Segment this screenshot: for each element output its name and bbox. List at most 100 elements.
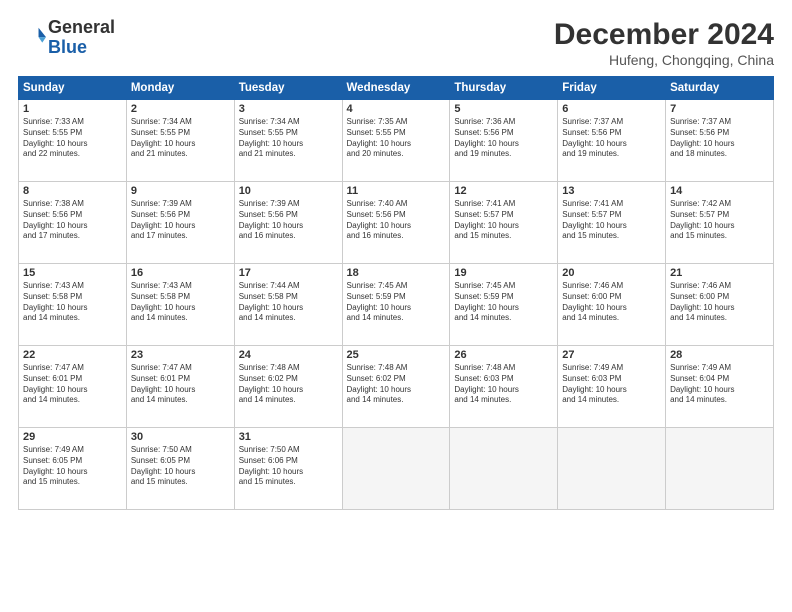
cell-info: Sunrise: 7:48 AM Sunset: 6:03 PM Dayligh… — [454, 363, 553, 406]
cell-info: Sunrise: 7:45 AM Sunset: 5:59 PM Dayligh… — [347, 281, 446, 324]
day-number: 6 — [562, 103, 661, 115]
cell-info: Sunrise: 7:47 AM Sunset: 6:01 PM Dayligh… — [131, 363, 230, 406]
logo-line2: Blue — [48, 38, 115, 58]
day-number: 3 — [239, 103, 338, 115]
day-number: 26 — [454, 349, 553, 361]
cell-info: Sunrise: 7:43 AM Sunset: 5:58 PM Dayligh… — [23, 281, 122, 324]
col-wednesday: Wednesday — [342, 77, 450, 100]
cell-info: Sunrise: 7:39 AM Sunset: 5:56 PM Dayligh… — [131, 199, 230, 242]
cell-info: Sunrise: 7:40 AM Sunset: 5:56 PM Dayligh… — [347, 199, 446, 242]
cell-info: Sunrise: 7:45 AM Sunset: 5:59 PM Dayligh… — [454, 281, 553, 324]
logo: General Blue — [18, 18, 115, 58]
col-tuesday: Tuesday — [234, 77, 342, 100]
table-row: 25 Sunrise: 7:48 AM Sunset: 6:02 PM Dayli… — [342, 346, 450, 428]
day-number: 1 — [23, 103, 122, 115]
month-title: December 2024 — [554, 18, 774, 52]
day-number: 13 — [562, 185, 661, 197]
cell-info: Sunrise: 7:34 AM Sunset: 5:55 PM Dayligh… — [239, 117, 338, 160]
day-number: 10 — [239, 185, 338, 197]
cell-info: Sunrise: 7:46 AM Sunset: 6:00 PM Dayligh… — [562, 281, 661, 324]
day-number: 19 — [454, 267, 553, 279]
day-number: 20 — [562, 267, 661, 279]
table-row — [450, 428, 558, 510]
logo-line1: General — [48, 18, 115, 38]
day-number: 14 — [670, 185, 769, 197]
cell-info: Sunrise: 7:36 AM Sunset: 5:56 PM Dayligh… — [454, 117, 553, 160]
logo-text: General Blue — [48, 18, 115, 58]
cell-info: Sunrise: 7:33 AM Sunset: 5:55 PM Dayligh… — [23, 117, 122, 160]
table-row — [666, 428, 774, 510]
table-row: 3 Sunrise: 7:34 AM Sunset: 5:55 PM Daylig… — [234, 100, 342, 182]
day-number: 27 — [562, 349, 661, 361]
table-row: 27Sunrise: 7:49 AM Sunset: 6:03 PM Dayli… — [558, 346, 666, 428]
table-row: 28 Sunrise: 7:49 AM Sunset: 6:04 PM Dayli… — [666, 346, 774, 428]
table-row: 20 Sunrise: 7:46 AM Sunset: 6:00 PM Dayli… — [558, 264, 666, 346]
table-row: 13 Sunrise: 7:41 AM Sunset: 5:57 PM Dayli… — [558, 182, 666, 264]
logo-icon — [18, 24, 46, 52]
cell-info: Sunrise: 7:37 AM Sunset: 5:56 PM Dayligh… — [562, 117, 661, 160]
day-number: 2 — [131, 103, 230, 115]
table-row: 10Sunrise: 7:39 AM Sunset: 5:56 PM Dayli… — [234, 182, 342, 264]
day-number: 23 — [131, 349, 230, 361]
day-number: 24 — [239, 349, 338, 361]
cell-info: Sunrise: 7:41 AM Sunset: 5:57 PM Dayligh… — [562, 199, 661, 242]
table-row: 19 Sunrise: 7:45 AM Sunset: 5:59 PM Dayli… — [450, 264, 558, 346]
day-number: 31 — [239, 431, 338, 443]
calendar: Sunday Monday Tuesday Wednesday Thursday… — [18, 76, 774, 510]
cell-info: Sunrise: 7:42 AM Sunset: 5:57 PM Dayligh… — [670, 199, 769, 242]
table-row: 14 Sunrise: 7:42 AM Sunset: 5:57 PM Dayli… — [666, 182, 774, 264]
header-row: Sunday Monday Tuesday Wednesday Thursday… — [19, 77, 774, 100]
table-row: 9 Sunrise: 7:39 AM Sunset: 5:56 PM Daylig… — [126, 182, 234, 264]
day-number: 28 — [670, 349, 769, 361]
table-row: 31 Sunrise: 7:50 AM Sunset: 6:06 PM Dayli… — [234, 428, 342, 510]
day-number: 21 — [670, 267, 769, 279]
day-number: 18 — [347, 267, 446, 279]
calendar-row: 1 Sunrise: 7:33 AM Sunset: 5:55 PM Daylig… — [19, 100, 774, 182]
col-thursday: Thursday — [450, 77, 558, 100]
col-sunday: Sunday — [19, 77, 127, 100]
calendar-row: 8 Sunrise: 7:38 AM Sunset: 5:56 PM Daylig… — [19, 182, 774, 264]
day-number: 5 — [454, 103, 553, 115]
table-row: 29Sunrise: 7:49 AM Sunset: 6:05 PM Dayli… — [19, 428, 127, 510]
cell-info: Sunrise: 7:44 AM Sunset: 5:58 PM Dayligh… — [239, 281, 338, 324]
day-number: 7 — [670, 103, 769, 115]
cell-info: Sunrise: 7:49 AM Sunset: 6:04 PM Dayligh… — [670, 363, 769, 406]
title-block: December 2024 Hufeng, Chongqing, China — [554, 18, 774, 68]
header: General Blue December 2024 Hufeng, Chong… — [18, 18, 774, 68]
cell-info: Sunrise: 7:38 AM Sunset: 5:56 PM Dayligh… — [23, 199, 122, 242]
cell-info: Sunrise: 7:49 AM Sunset: 6:05 PM Dayligh… — [23, 445, 122, 488]
table-row: 23 Sunrise: 7:47 AM Sunset: 6:01 PM Dayli… — [126, 346, 234, 428]
calendar-row: 22 Sunrise: 7:47 AM Sunset: 6:01 PM Dayli… — [19, 346, 774, 428]
day-number: 25 — [347, 349, 446, 361]
col-friday: Friday — [558, 77, 666, 100]
day-number: 17 — [239, 267, 338, 279]
table-row: 7Sunrise: 7:37 AM Sunset: 5:56 PM Daylig… — [666, 100, 774, 182]
table-row: 21 Sunrise: 7:46 AM Sunset: 6:00 PM Dayli… — [666, 264, 774, 346]
col-monday: Monday — [126, 77, 234, 100]
day-number: 22 — [23, 349, 122, 361]
cell-info: Sunrise: 7:46 AM Sunset: 6:00 PM Dayligh… — [670, 281, 769, 324]
cell-info: Sunrise: 7:35 AM Sunset: 5:55 PM Dayligh… — [347, 117, 446, 160]
day-number: 15 — [23, 267, 122, 279]
table-row: 24Sunrise: 7:48 AM Sunset: 6:02 PM Dayli… — [234, 346, 342, 428]
day-number: 8 — [23, 185, 122, 197]
cell-info: Sunrise: 7:47 AM Sunset: 6:01 PM Dayligh… — [23, 363, 122, 406]
calendar-row: 15 Sunrise: 7:43 AM Sunset: 5:58 PM Dayli… — [19, 264, 774, 346]
cell-info: Sunrise: 7:50 AM Sunset: 6:06 PM Dayligh… — [239, 445, 338, 488]
day-number: 11 — [347, 185, 446, 197]
day-number: 9 — [131, 185, 230, 197]
table-row: 17 Sunrise: 7:44 AM Sunset: 5:58 PM Dayli… — [234, 264, 342, 346]
page: General Blue December 2024 Hufeng, Chong… — [0, 0, 792, 612]
day-number: 30 — [131, 431, 230, 443]
day-number: 4 — [347, 103, 446, 115]
cell-info: Sunrise: 7:41 AM Sunset: 5:57 PM Dayligh… — [454, 199, 553, 242]
cell-info: Sunrise: 7:48 AM Sunset: 6:02 PM Dayligh… — [347, 363, 446, 406]
table-row — [558, 428, 666, 510]
table-row: 16Sunrise: 7:43 AM Sunset: 5:58 PM Dayli… — [126, 264, 234, 346]
table-row: 26 Sunrise: 7:48 AM Sunset: 6:03 PM Dayli… — [450, 346, 558, 428]
table-row: 6 Sunrise: 7:37 AM Sunset: 5:56 PM Daylig… — [558, 100, 666, 182]
location: Hufeng, Chongqing, China — [554, 52, 774, 68]
cell-info: Sunrise: 7:34 AM Sunset: 5:55 PM Dayligh… — [131, 117, 230, 160]
table-row: 15 Sunrise: 7:43 AM Sunset: 5:58 PM Dayli… — [19, 264, 127, 346]
table-row: 4 Sunrise: 7:35 AM Sunset: 5:55 PM Daylig… — [342, 100, 450, 182]
